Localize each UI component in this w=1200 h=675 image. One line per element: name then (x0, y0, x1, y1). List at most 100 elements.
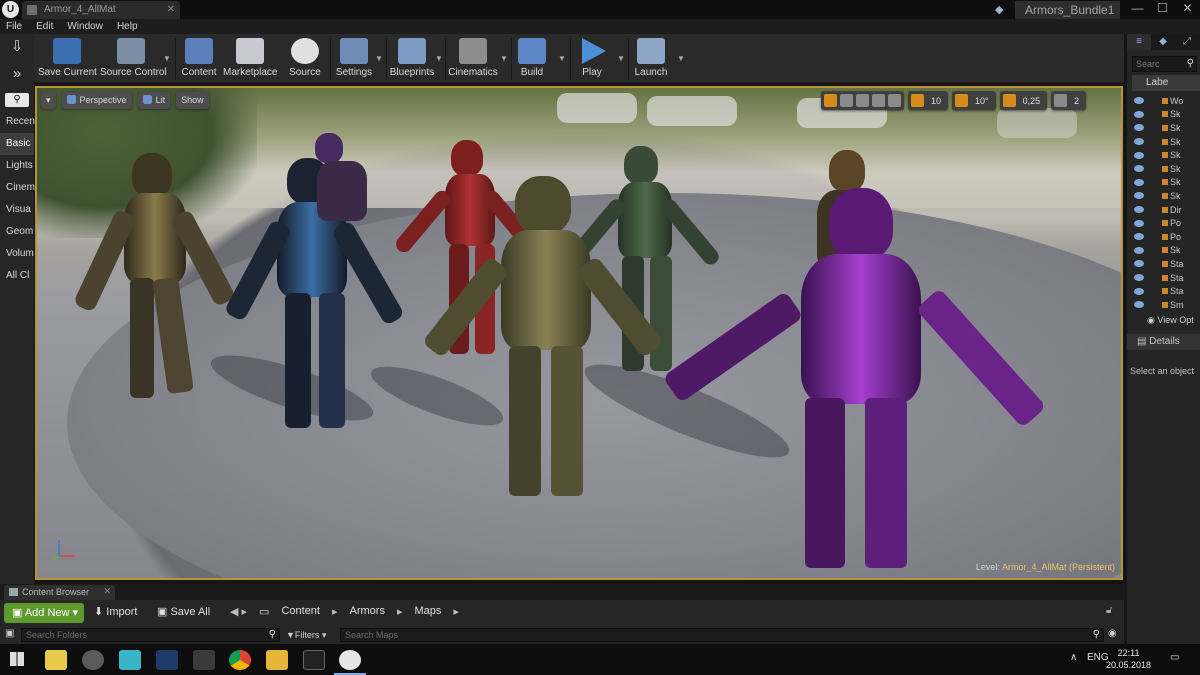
source-button[interactable]: Source (284, 34, 326, 84)
visibility-eye-icon[interactable] (1134, 110, 1144, 118)
outliner-row[interactable]: Dir (1127, 203, 1200, 217)
category-basic[interactable]: Basic (0, 133, 34, 155)
category-geometry[interactable]: Geom (0, 221, 34, 243)
outliner-row[interactable]: Sk (1127, 148, 1200, 162)
rotate-icon[interactable] (840, 94, 853, 107)
clock[interactable]: 22:11 20.05.2018 (1106, 647, 1151, 671)
outliner-row[interactable]: Sk (1127, 176, 1200, 190)
save-all-button[interactable]: ▣ Save All (157, 605, 210, 618)
category-cinematic[interactable]: Cinem (0, 177, 35, 199)
search-folders-input[interactable]: Search Folders ⚲ (21, 628, 280, 642)
viewport-options-button[interactable]: ▾ (41, 92, 56, 109)
content-button[interactable]: Content (178, 34, 220, 84)
visibility-eye-icon[interactable] (1134, 219, 1144, 227)
unreal-engine-icon[interactable] (339, 650, 361, 670)
cinematics-button[interactable]: Cinematics (448, 34, 498, 84)
outliner-row[interactable]: Sk (1127, 108, 1200, 122)
launch-dropdown-icon[interactable]: ▼ (677, 54, 685, 63)
import-button[interactable]: ⬇ Import (94, 605, 137, 618)
marketplace-button[interactable]: Marketplace (223, 34, 277, 84)
translate-icon[interactable] (824, 94, 837, 107)
breadcrumb-content[interactable]: Content (281, 605, 320, 618)
build-dropdown-icon[interactable]: ▼ (558, 54, 566, 63)
outliner-row[interactable]: Sk (1127, 189, 1200, 203)
outliner-row[interactable]: Po (1127, 230, 1200, 244)
armor-figure-gold[interactable] (72, 148, 242, 418)
blueprints-dropdown-icon[interactable]: ▼ (435, 54, 443, 63)
category-volumes[interactable]: Volum (0, 243, 34, 265)
blueprints-button[interactable]: Blueprints (389, 34, 435, 84)
category-lights[interactable]: Lights (0, 155, 34, 177)
back-arrow-icon[interactable]: ◀ ▸ (230, 605, 247, 618)
camera-speed-icon[interactable] (1054, 94, 1068, 107)
visibility-eye-icon[interactable] (1134, 192, 1144, 200)
details-tab[interactable]: ▤ Details (1127, 333, 1200, 350)
visibility-eye-icon[interactable] (1134, 233, 1144, 241)
build-button[interactable]: Build (516, 34, 548, 84)
menu-edit[interactable]: Edit (36, 19, 53, 34)
outliner-row[interactable]: Sta (1127, 257, 1200, 271)
tray-chevron-icon[interactable]: ∧ (1070, 652, 1077, 663)
epic-games-icon[interactable] (303, 650, 325, 670)
category-visual[interactable]: Visua (0, 199, 34, 221)
grid-snap-value[interactable]: 10 (927, 96, 945, 106)
outliner-row[interactable]: Sk (1127, 121, 1200, 135)
zbrush-icon[interactable] (193, 650, 215, 670)
add-folder-icon[interactable]: ▣ (5, 628, 14, 639)
breadcrumb-separator-icon[interactable]: ▸ (332, 605, 338, 618)
layers-tab-icon[interactable]: ◆ (1151, 34, 1175, 50)
cinematics-dropdown-icon[interactable]: ▼ (500, 54, 508, 63)
content-browser-tab[interactable]: Content Browser ✕ (4, 585, 115, 600)
visibility-eye-icon[interactable] (1134, 301, 1144, 309)
notifications-icon[interactable]: ▭ (1170, 652, 1179, 663)
expand-modes-icon[interactable]: » (4, 65, 30, 85)
visibility-eye-icon[interactable] (1134, 124, 1144, 132)
outliner-row[interactable]: Sk (1127, 135, 1200, 149)
perspective-button[interactable]: Perspective (61, 92, 132, 109)
outliner-search[interactable]: Searc ⚲ (1132, 56, 1197, 72)
panel-options-icon[interactable]: ⤢ (1175, 34, 1199, 50)
photoshop-icon[interactable] (156, 650, 178, 670)
outliner-tab-icon[interactable]: ≡ (1127, 34, 1151, 50)
armor-figure-olive[interactable] (421, 176, 667, 506)
scale-snap-icon[interactable] (1002, 94, 1016, 107)
taskbar-app-icon[interactable] (45, 650, 67, 670)
visibility-eye-icon[interactable] (1134, 138, 1144, 146)
add-new-button[interactable]: ▣ Add New ▾ (4, 603, 84, 623)
scale-icon[interactable] (856, 94, 869, 107)
maximize-button[interactable]: ☐ (1150, 0, 1175, 19)
visibility-eye-icon[interactable] (1134, 260, 1144, 268)
document-tab[interactable]: Armor_4_AllMat ✕ (22, 1, 180, 19)
select-mode-icon[interactable]: ⇩ (4, 37, 30, 57)
source-control-button[interactable]: Source Control (100, 34, 167, 84)
save-current-button[interactable]: Save Current (38, 34, 97, 84)
outliner-row[interactable]: Sta (1127, 271, 1200, 285)
filters-button[interactable]: ▼Filters ▾ (286, 628, 338, 642)
launch-button[interactable]: Launch (632, 34, 670, 84)
settings-button[interactable]: Settings (333, 34, 375, 84)
world-local-icon[interactable] (872, 94, 885, 107)
menu-file[interactable]: File (6, 19, 22, 34)
outliner-row[interactable]: Sm (1127, 298, 1200, 312)
category-recent[interactable]: Recen (0, 111, 35, 133)
visibility-eye-icon[interactable] (1134, 274, 1144, 282)
show-button[interactable]: Show (176, 92, 209, 109)
outliner-row[interactable]: Wo (1127, 94, 1200, 108)
visibility-eye-icon[interactable] (1134, 246, 1144, 254)
view-options-button[interactable]: ◉ View Opt (1147, 315, 1200, 326)
outliner-row[interactable]: Sta (1127, 284, 1200, 298)
outliner-row[interactable]: Po (1127, 216, 1200, 230)
breadcrumb-maps[interactable]: Maps (415, 605, 442, 618)
taskbar-app-icon[interactable] (119, 650, 141, 670)
play-button[interactable]: Play (576, 34, 608, 84)
camera-speed-value[interactable]: 2 (1070, 96, 1083, 106)
source-control-dropdown-icon[interactable]: ▼ (163, 54, 171, 63)
outliner-row[interactable]: Sk (1127, 162, 1200, 176)
visibility-eye-icon[interactable] (1134, 178, 1144, 186)
breadcrumb-separator-icon[interactable]: ▸ (397, 605, 403, 618)
breadcrumb-armors[interactable]: Armors (350, 605, 385, 618)
taskbar-app-icon[interactable] (82, 650, 104, 670)
category-all-classes[interactable]: All Cl (0, 265, 34, 287)
rotation-snap-icon[interactable] (955, 94, 969, 107)
view-options-icon[interactable]: ◉ (1108, 628, 1117, 639)
